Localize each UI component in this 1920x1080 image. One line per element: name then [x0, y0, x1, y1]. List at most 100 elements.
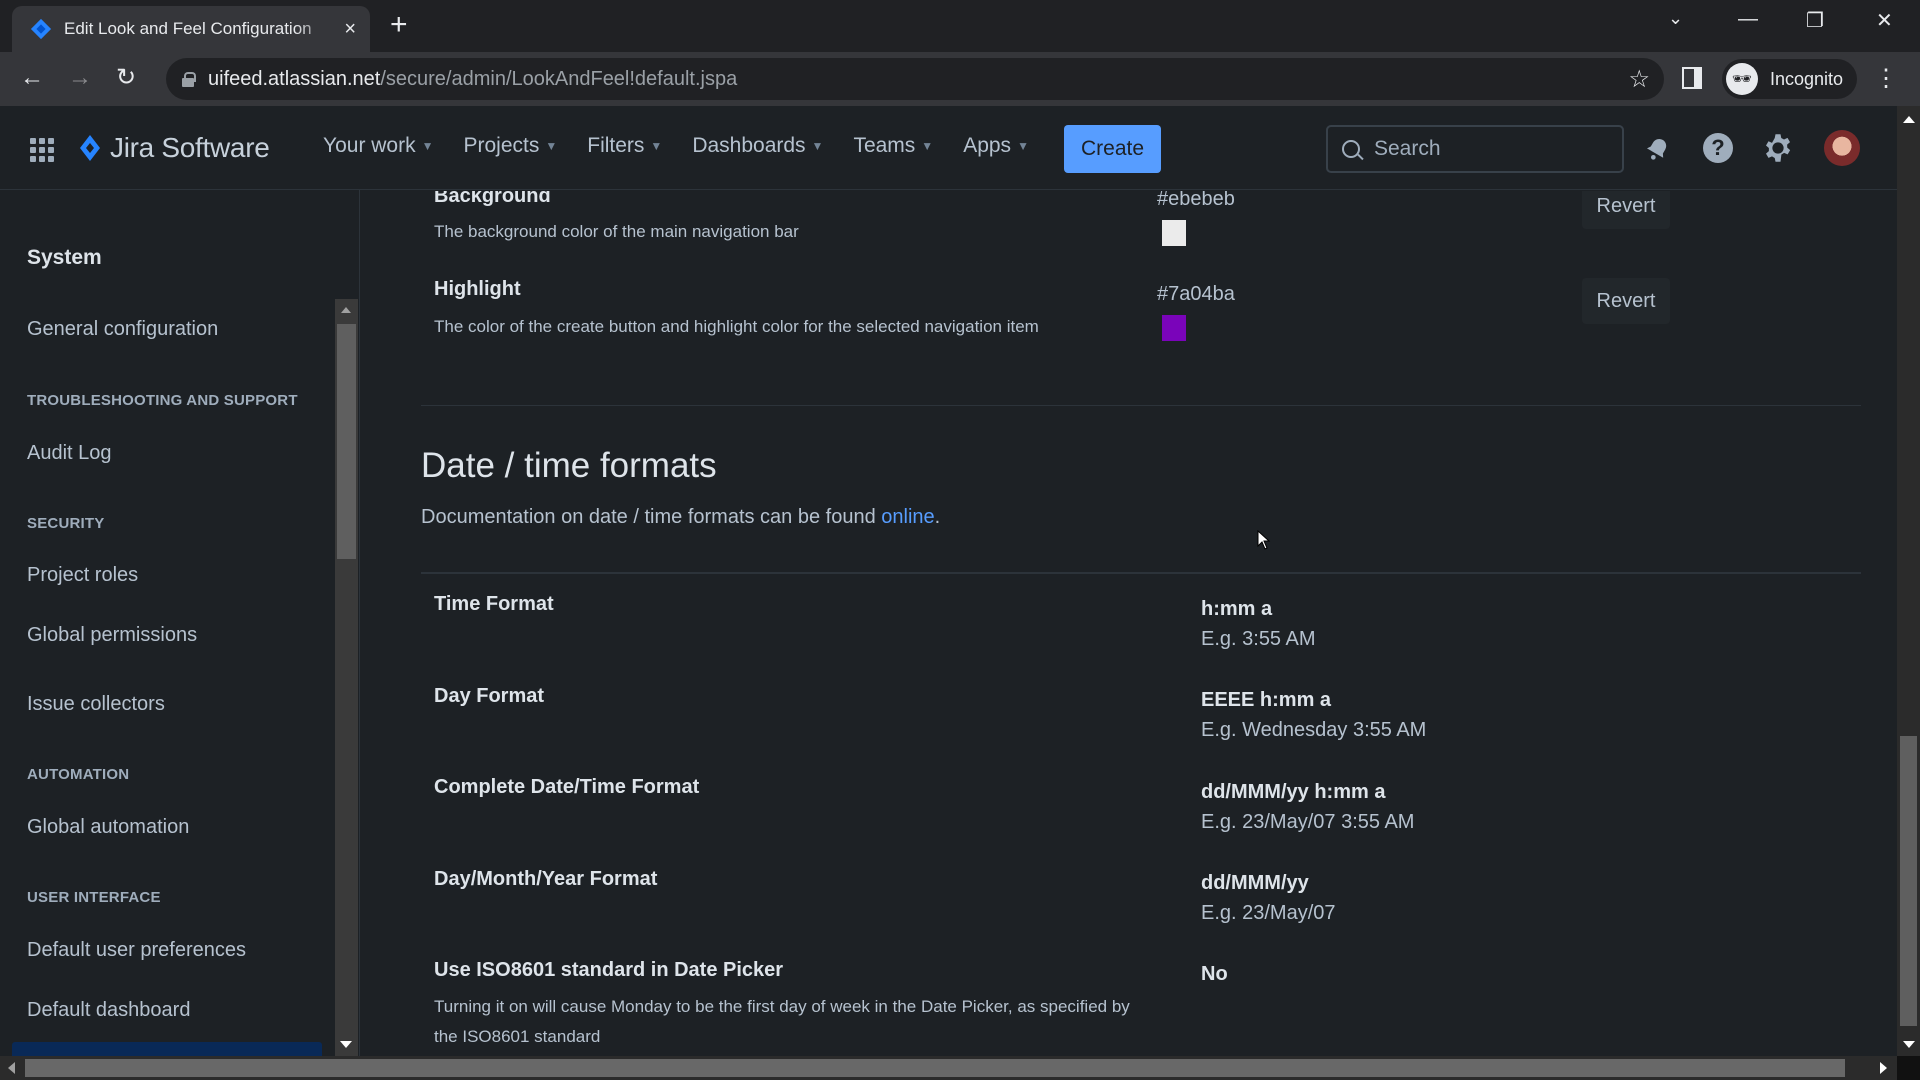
app-switcher-icon[interactable]: [30, 138, 54, 162]
mouse-cursor-icon: [1257, 530, 1271, 550]
iso-description-line2: the ISO8601 standard: [434, 1027, 601, 1046]
menu-label: Dashboards: [692, 134, 806, 157]
menu-your-work[interactable]: Your work ▼: [323, 134, 434, 158]
scroll-down-icon[interactable]: [340, 1041, 352, 1048]
color-hex-highlight: #7a04ba: [1157, 283, 1235, 305]
help-button[interactable]: ?: [1700, 130, 1736, 166]
main-content: Background The background color of the m…: [361, 191, 1897, 1056]
side-panel-icon[interactable]: [1682, 67, 1702, 89]
color-label-highlight: Highlight: [434, 278, 521, 300]
iso-value: No: [1201, 963, 1228, 985]
sidebar-selected-item[interactable]: [12, 1042, 322, 1056]
back-icon[interactable]: ←: [20, 64, 44, 92]
page-vertical-scrollbar[interactable]: [1897, 106, 1920, 1056]
iso-description-line1: Turning it on will cause Monday to be th…: [434, 997, 1130, 1016]
chevron-down-icon: ▼: [545, 139, 558, 153]
format-label-complete: Complete Date/Time Format: [434, 776, 700, 798]
format-label-time: Time Format: [434, 593, 554, 615]
url-host: uifeed.atlassian.net: [208, 67, 381, 90]
sidebar-item-global-automation[interactable]: Global automation: [27, 816, 189, 839]
sidebar-heading-troubleshooting: TROUBLESHOOTING AND SUPPORT: [27, 392, 298, 409]
scroll-down-icon[interactable]: [1903, 1041, 1915, 1048]
revert-highlight-button[interactable]: Revert: [1582, 278, 1670, 324]
scroll-up-icon[interactable]: [1903, 116, 1915, 123]
jira-logo[interactable]: Jira Software: [78, 132, 270, 164]
browser-tab[interactable]: Edit Look and Feel Configuration ×: [12, 6, 370, 52]
color-swatch-background[interactable]: [1161, 219, 1187, 247]
menu-label: Filters: [587, 134, 645, 157]
page-horizontal-scrollbar[interactable]: [0, 1056, 1920, 1080]
lock-icon[interactable]: [182, 72, 196, 87]
sidebar-heading-user-interface: USER INTERFACE: [27, 889, 161, 906]
format-label-dmy: Day/Month/Year Format: [434, 868, 658, 890]
window-close-icon[interactable]: ✕: [1876, 8, 1893, 33]
url-field[interactable]: uifeed.atlassian.net/secure/admin/LookAn…: [166, 58, 1664, 100]
gear-icon: [1766, 134, 1791, 162]
menu-label: Your work: [323, 134, 416, 157]
jira-top-nav: Jira Software Your work ▼ Projects ▼ Filte…: [0, 106, 1897, 190]
search-input[interactable]: [1374, 137, 1594, 161]
online-docs-link[interactable]: online: [881, 506, 934, 528]
revert-background-button[interactable]: Revert: [1582, 191, 1670, 229]
tab-close-icon[interactable]: ×: [344, 18, 356, 41]
sidebar-item-global-permissions[interactable]: Global permissions: [27, 624, 197, 647]
section-divider: [421, 405, 1861, 406]
scroll-up-icon[interactable]: [341, 307, 351, 313]
chevron-down-icon: ▼: [1017, 139, 1029, 153]
address-bar-row: ← → ↻ uifeed.atlassian.net/secure/admin/…: [0, 52, 1920, 106]
scroll-right-icon[interactable]: [1880, 1062, 1887, 1074]
sidebar-item-issue-collectors[interactable]: Issue collectors: [27, 693, 165, 716]
sidebar-item-default-user-preferences[interactable]: Default user preferences: [27, 939, 246, 962]
formats-divider: [421, 572, 1861, 574]
chevron-down-icon: ▼: [811, 139, 824, 153]
menu-teams[interactable]: Teams ▼: [853, 134, 933, 158]
chevron-down-icon: ▼: [650, 139, 663, 153]
help-icon: ?: [1703, 133, 1733, 163]
menu-dashboards[interactable]: Dashboards ▼: [692, 134, 823, 158]
iso-label: Use ISO8601 standard in Date Picker: [434, 959, 784, 981]
tab-search-icon[interactable]: ⌄: [1668, 8, 1683, 29]
sidebar-item-general-configuration[interactable]: General configuration: [27, 318, 218, 341]
settings-button[interactable]: [1760, 130, 1796, 166]
scroll-left-icon[interactable]: [8, 1062, 15, 1074]
sidebar-item-default-dashboard[interactable]: Default dashboard: [27, 999, 190, 1022]
menu-apps[interactable]: Apps ▼: [963, 134, 1029, 158]
sidebar-scroll-thumb[interactable]: [337, 324, 356, 559]
browser-menu-icon[interactable]: ⋮: [1874, 64, 1898, 93]
create-button[interactable]: Create: [1064, 125, 1161, 173]
menu-projects[interactable]: Projects ▼: [464, 134, 558, 158]
reload-icon[interactable]: ↻: [116, 64, 136, 92]
chevron-down-icon: ▼: [921, 139, 934, 153]
admin-sidebar: System General configuration TROUBLESHOO…: [0, 190, 360, 1056]
format-example-day: E.g. Wednesday 3:55 AM: [1201, 719, 1427, 741]
minimize-icon[interactable]: —: [1738, 8, 1758, 31]
chevron-down-icon: ▼: [421, 139, 434, 153]
bookmark-star-icon[interactable]: ☆: [1628, 65, 1650, 94]
doc-text: Documentation on date / time formats can…: [421, 506, 882, 528]
menu-filters[interactable]: Filters ▼: [587, 134, 662, 158]
color-swatch-highlight[interactable]: [1161, 314, 1187, 342]
sidebar-item-project-roles[interactable]: Project roles: [27, 564, 138, 587]
forward-icon[interactable]: →: [68, 64, 92, 92]
horizontal-scroll-thumb[interactable]: [25, 1059, 1845, 1077]
incognito-icon: 🕶: [1726, 63, 1758, 95]
color-description-background: The background color of the main navigat…: [434, 222, 799, 241]
user-avatar[interactable]: [1824, 130, 1860, 166]
tab-title: Edit Look and Feel Configuration: [64, 19, 312, 38]
format-value-day: EEEE h:mm a: [1201, 689, 1332, 711]
documentation-note: Documentation on date / time formats can…: [421, 506, 940, 529]
incognito-label: Incognito: [1770, 68, 1844, 89]
notifications-button[interactable]: [1640, 130, 1676, 166]
bell-icon: [1647, 139, 1667, 160]
menu-label: Teams: [853, 134, 916, 157]
sidebar-heading-security: SECURITY: [27, 515, 105, 532]
browser-tab-bar: Edit Look and Feel Configuration × + ⌄ —…: [0, 0, 1920, 52]
search-box[interactable]: [1326, 125, 1624, 173]
doc-suffix: .: [934, 506, 941, 528]
restore-icon[interactable]: ❐: [1806, 8, 1824, 33]
incognito-indicator[interactable]: 🕶 Incognito: [1722, 59, 1858, 99]
page-scroll-thumb[interactable]: [1900, 736, 1917, 1026]
sidebar-scrollbar[interactable]: [335, 299, 358, 1056]
new-tab-button[interactable]: +: [390, 10, 408, 40]
sidebar-item-audit-log[interactable]: Audit Log: [27, 442, 112, 465]
